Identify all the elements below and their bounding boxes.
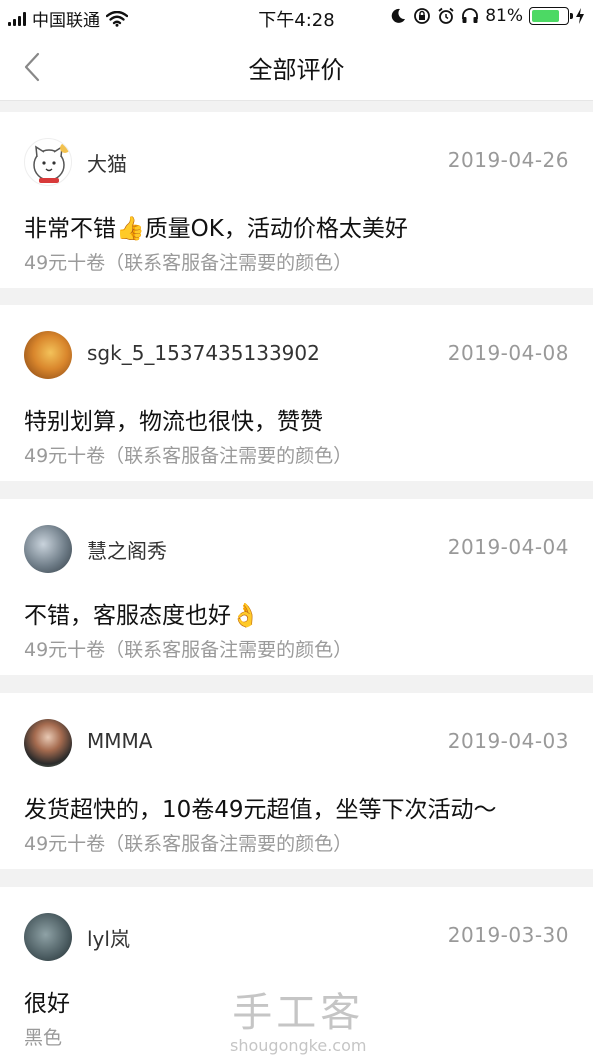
review-card: 慧之阁秀 2019-04-04 不错，客服态度也好👌 49元十卷（联系客服备注需… xyxy=(0,499,593,675)
status-bar: 中国联通 下午4:28 81% xyxy=(0,0,593,34)
avatar[interactable] xyxy=(24,719,72,767)
status-right: 81% xyxy=(389,6,585,26)
username: lyl岚 xyxy=(87,927,130,951)
purchased-spec: 49元十卷（联系客服备注需要的颜色） xyxy=(24,445,353,467)
review-card: MMMA 2019-04-03 发货超快的，10卷49元超值，坐等下次活动～ 4… xyxy=(0,693,593,869)
review-date: 2019-04-03 xyxy=(447,729,569,753)
avatar[interactable] xyxy=(24,525,72,573)
username: MMMA xyxy=(87,729,153,753)
avatar[interactable] xyxy=(24,138,72,186)
avatar[interactable] xyxy=(24,331,72,379)
moon-icon xyxy=(391,8,406,23)
review-card: lyl岚 2019-03-30 很好 黑色 xyxy=(0,887,593,1055)
username: 慧之阁秀 xyxy=(87,539,167,563)
review-date: 2019-03-30 xyxy=(447,923,569,947)
review-content: 发货超快的，10卷49元超值，坐等下次活动～ xyxy=(24,797,497,823)
purchased-spec: 49元十卷（联系客服备注需要的颜色） xyxy=(24,252,353,274)
avatar[interactable] xyxy=(24,913,72,961)
page-title: 全部评价 xyxy=(248,56,345,84)
review-content: 不错，客服态度也好👌 xyxy=(24,603,260,629)
review-content: 非常不错👍质量OK，活动价格太美好 xyxy=(24,216,408,242)
review-date: 2019-04-04 xyxy=(447,535,569,559)
purchased-spec: 黑色 xyxy=(24,1027,63,1049)
nav-bar: 全部评价 xyxy=(0,34,593,101)
battery-icon xyxy=(529,7,573,25)
review-card: 大猫 2019-04-26 非常不错👍质量OK，活动价格太美好 49元十卷（联系… xyxy=(0,112,593,288)
alarm-icon xyxy=(438,7,454,24)
review-date: 2019-04-08 xyxy=(447,341,569,365)
review-content: 特别划算，物流也很快，赞赞 xyxy=(24,409,323,435)
battery-percent: 81% xyxy=(485,6,523,26)
review-card: sgk_5_1537435133902 2019-04-08 特别划算，物流也很… xyxy=(0,305,593,481)
battery-level xyxy=(532,10,559,22)
rotation-lock-icon xyxy=(414,8,431,24)
username: 大猫 xyxy=(87,152,127,176)
username: sgk_5_1537435133902 xyxy=(87,341,320,365)
purchased-spec: 49元十卷（联系客服备注需要的颜色） xyxy=(24,639,353,661)
charging-icon xyxy=(576,8,584,24)
review-content: 很好 xyxy=(24,991,70,1017)
review-date: 2019-04-26 xyxy=(447,148,569,172)
purchased-spec: 49元十卷（联系客服备注需要的颜色） xyxy=(24,833,353,855)
headphones-icon xyxy=(462,8,479,23)
